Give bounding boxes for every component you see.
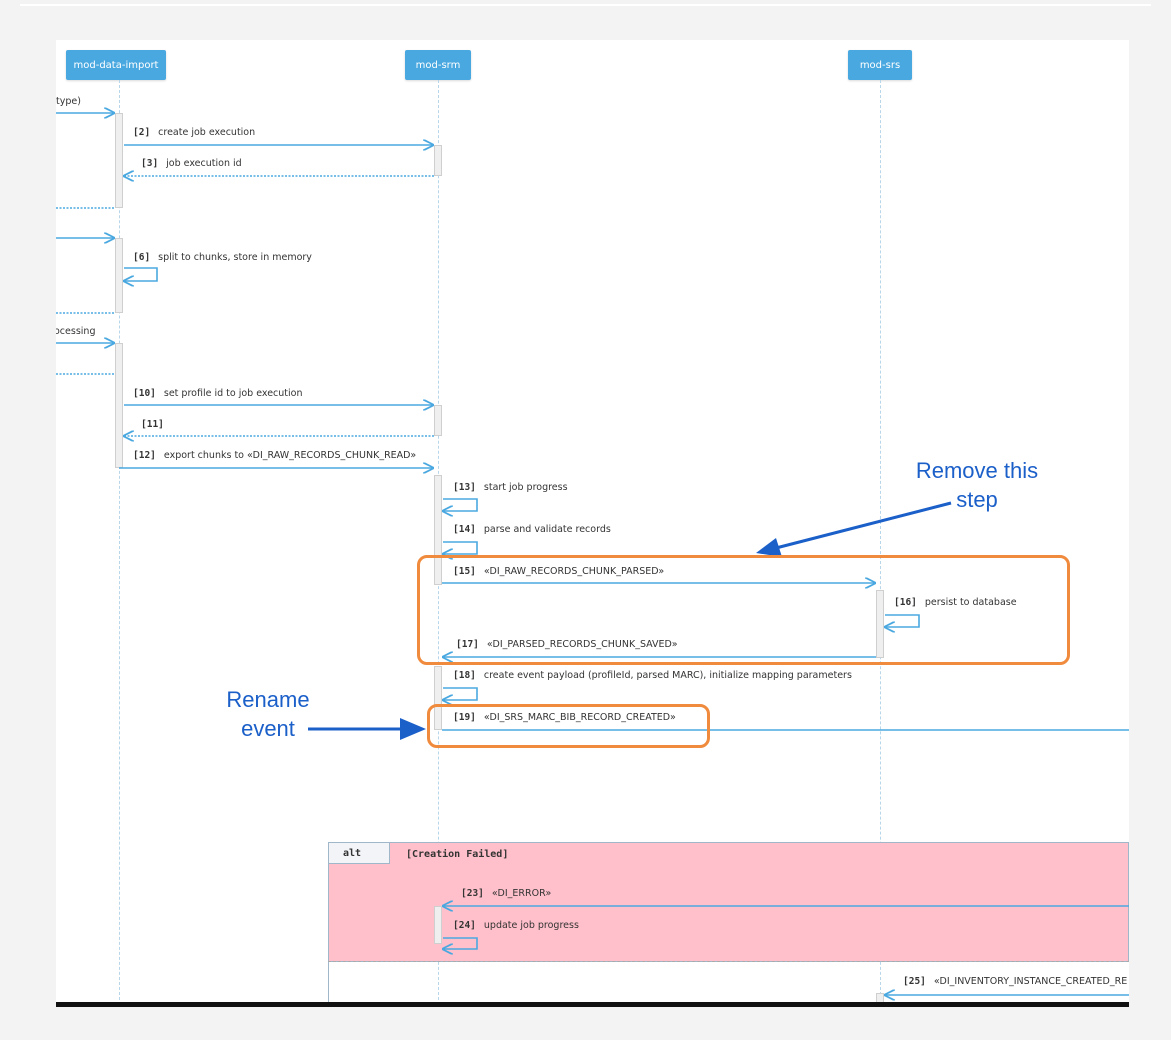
annotation-rename-event: Rename event <box>226 687 310 741</box>
message-label-14: [14] parse and validate records <box>453 524 611 535</box>
arrow-msg-24 <box>443 937 478 949</box>
arrow-msg-6 <box>124 267 158 281</box>
message-label-12: [12] export chunks to «DI_RAW_RECORDS_CHU… <box>133 450 417 461</box>
message-label-13: [13] start job progress <box>453 482 568 493</box>
message-label-2: [2] create job execution <box>133 127 256 138</box>
arrow-msg-18 <box>443 687 478 700</box>
sequence-diagram: mod-data-import mod-srm mod-srs alt [Cre… <box>56 40 1129 1005</box>
annotation-arrowhead-rename <box>400 718 426 740</box>
highlight-box-remove-step <box>417 555 1070 665</box>
message-arrows <box>56 40 1129 1005</box>
message-label-6: [6] split to chunks, store in memory <box>133 252 312 263</box>
left-label-processing: ocessing <box>56 326 96 337</box>
highlight-box-rename-event <box>427 704 710 748</box>
arrow-msg-13 <box>443 498 478 511</box>
message-label-3: [3] job execution id <box>141 158 242 169</box>
left-label-type: type) <box>56 96 81 107</box>
message-label-23: [23] «DI_ERROR» <box>461 888 552 899</box>
message-label-10: [10] set profile id to job execution <box>133 388 303 399</box>
message-label-25: [25] «DI_INVENTORY_INSTANCE_CREATED_RE <box>903 976 1128 987</box>
message-label-11: [11] <box>141 419 164 430</box>
message-label-24: [24] update job progress <box>453 920 579 931</box>
annotation-remove-step: Remove this step <box>915 458 1039 512</box>
arrow-msg-14 <box>443 541 478 554</box>
message-label-18: [18] create event payload (profileId, par… <box>453 670 852 681</box>
bottom-bar <box>56 1002 1129 1007</box>
